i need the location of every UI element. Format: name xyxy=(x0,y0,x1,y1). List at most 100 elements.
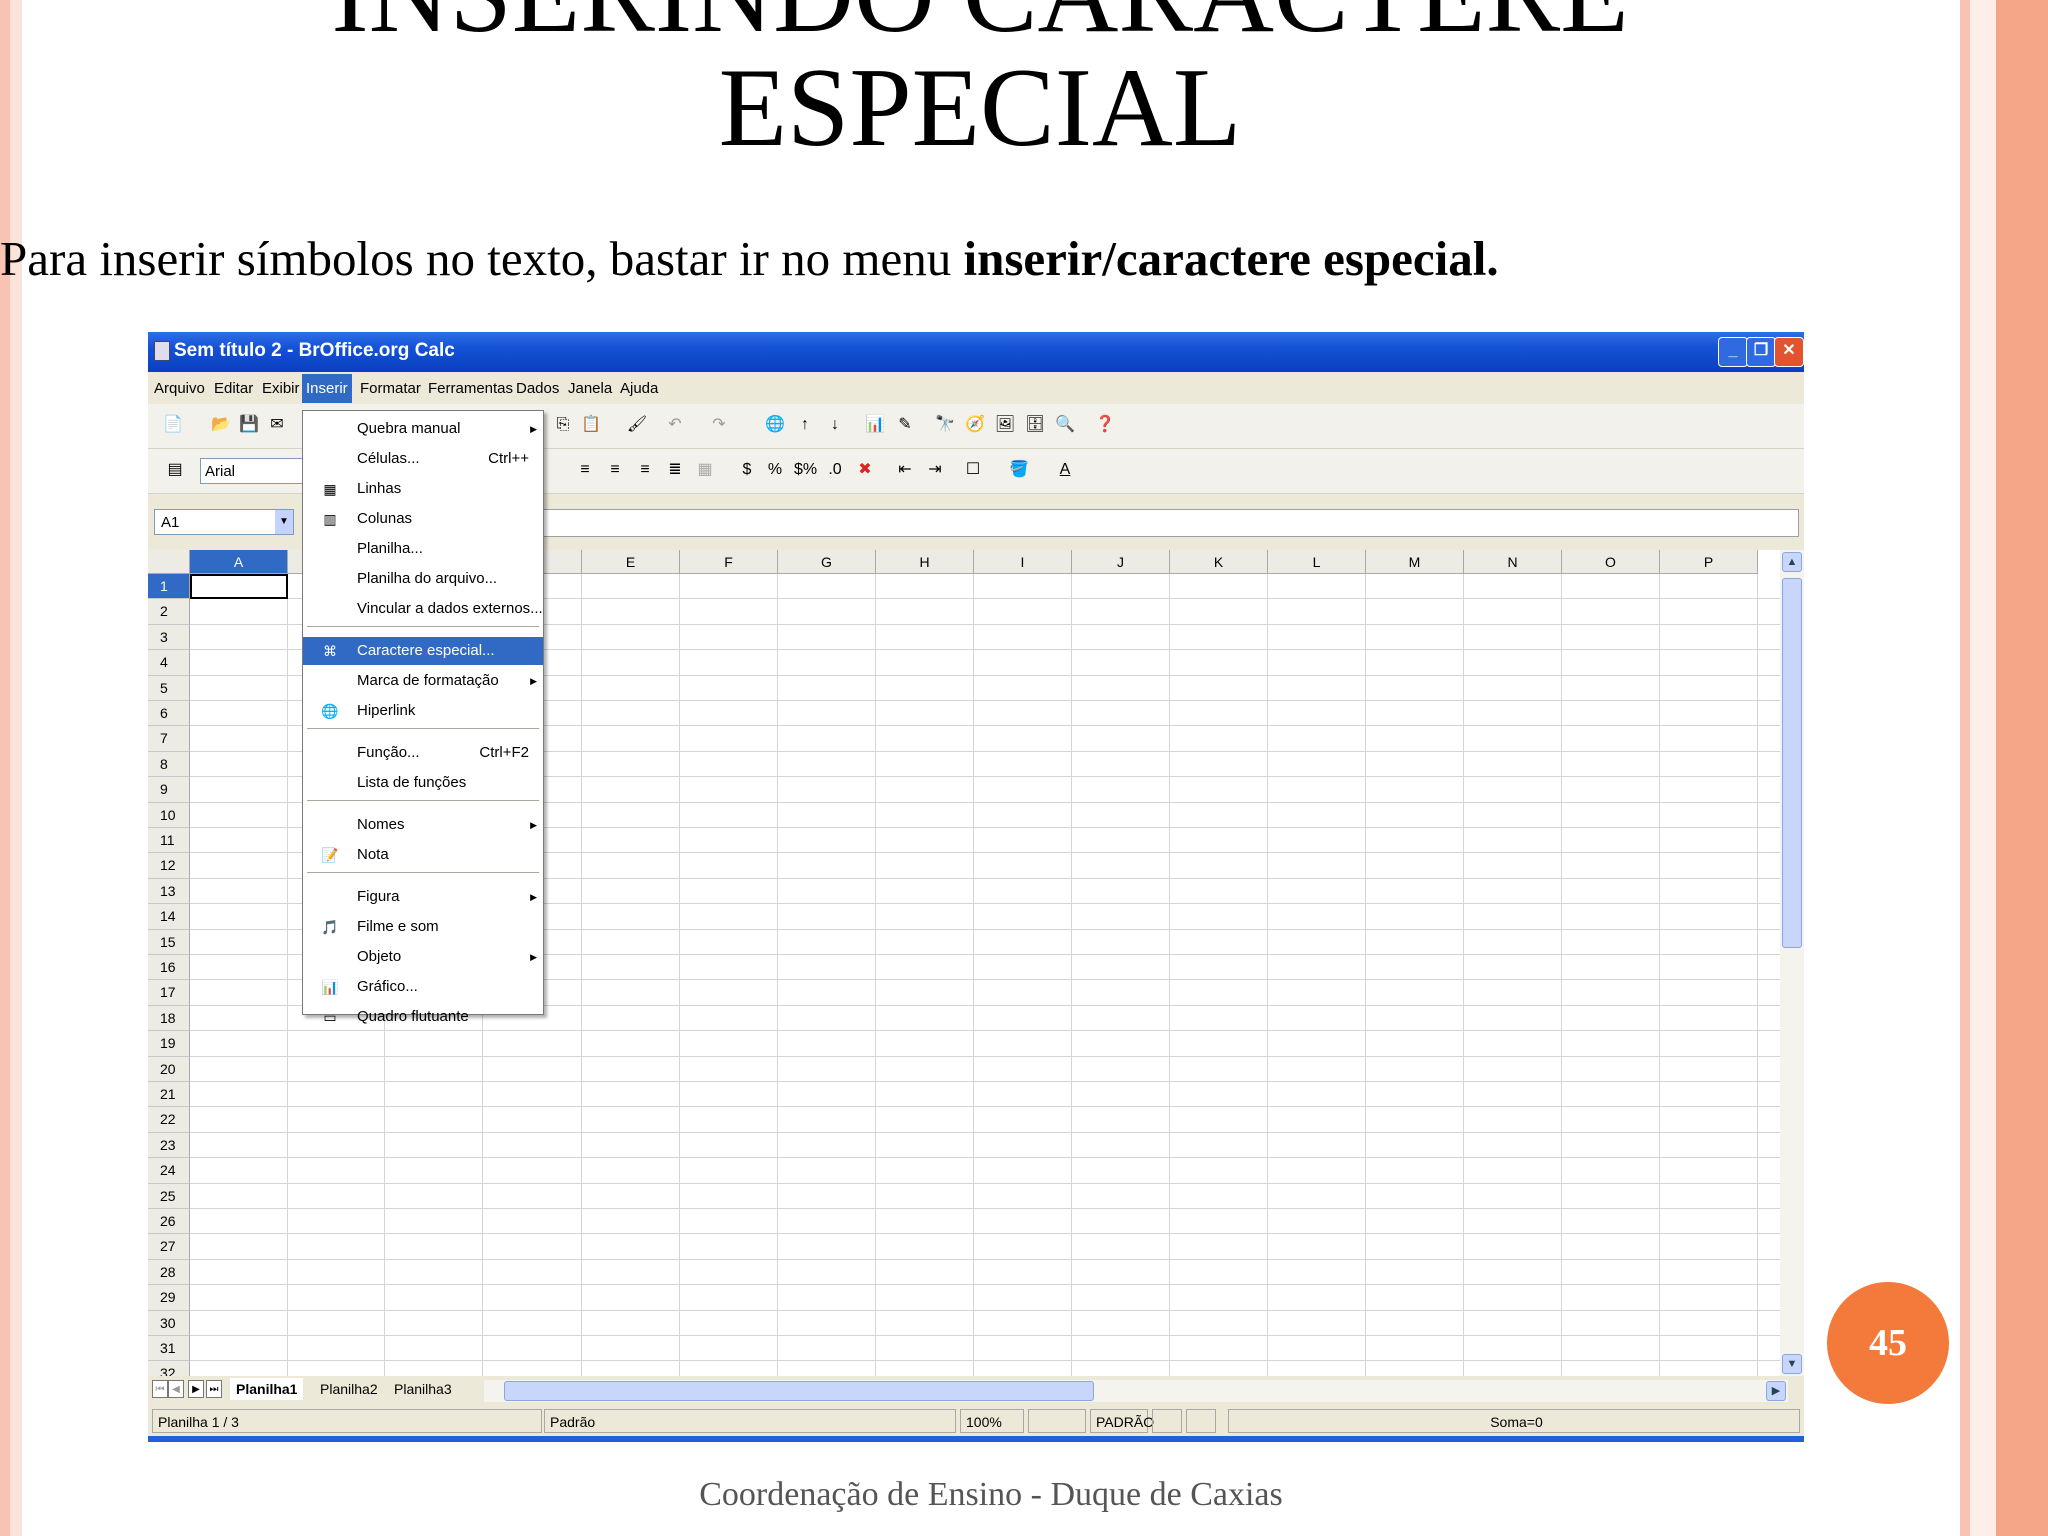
row-header-14[interactable]: 14 xyxy=(148,904,190,930)
menu-item-vincular-a-dados-externos[interactable]: Vincular a dados externos... xyxy=(303,595,543,623)
menu-item-linhas[interactable]: ▦ Linhas xyxy=(303,475,543,503)
background-color-icon[interactable]: 🪣 xyxy=(1008,459,1030,481)
justify-icon[interactable]: ≣ xyxy=(664,459,686,481)
menu-exibir[interactable]: Exibir xyxy=(262,380,300,397)
status-mode[interactable]: PADRÃO xyxy=(1090,1409,1154,1433)
gallery-icon[interactable]: 🖼 xyxy=(994,414,1016,436)
menu-item-gráfico[interactable]: 📊 Gráfico... xyxy=(303,973,543,1001)
menu-arquivo[interactable]: Arquivo xyxy=(154,380,205,397)
menu-item-lista-de-funções[interactable]: Lista de funções xyxy=(303,769,543,797)
font-color-icon[interactable]: A xyxy=(1054,459,1076,481)
vertical-scrollbar[interactable]: ▲ ▼ xyxy=(1780,550,1804,1376)
row-header-9[interactable]: 9 xyxy=(148,777,190,803)
menu-item-objeto[interactable]: Objeto ▶ xyxy=(303,943,543,971)
align-right-icon[interactable]: ≡ xyxy=(634,459,656,481)
row-header-22[interactable]: 22 xyxy=(148,1107,190,1133)
redo-icon[interactable]: ↷ xyxy=(708,414,730,436)
row-header-26[interactable]: 26 xyxy=(148,1209,190,1235)
formula-input[interactable] xyxy=(543,509,1799,537)
navigator-icon[interactable]: 🧭 xyxy=(964,414,986,436)
column-header-o[interactable]: O xyxy=(1562,550,1660,574)
column-header-l[interactable]: L xyxy=(1268,550,1366,574)
last-sheet-icon[interactable]: ⏭ xyxy=(206,1380,222,1398)
menu-item-nomes[interactable]: Nomes ▶ xyxy=(303,811,543,839)
row-header-17[interactable]: 17 xyxy=(148,980,190,1006)
row-header-23[interactable]: 23 xyxy=(148,1132,190,1159)
email-icon[interactable]: ✉ xyxy=(266,414,288,436)
row-header-5[interactable]: 5 xyxy=(148,675,190,701)
sort-ascending-icon[interactable]: ↑ xyxy=(794,414,816,436)
row-header-2[interactable]: 2 xyxy=(148,599,190,625)
currency-icon[interactable]: $ xyxy=(736,459,758,481)
row-header-11[interactable]: 11 xyxy=(148,828,190,854)
column-header-p[interactable]: P xyxy=(1660,550,1758,574)
row-header-25[interactable]: 25 xyxy=(148,1183,190,1209)
menu-item-quadro-flutuante[interactable]: ▭ Quadro flutuante xyxy=(303,1003,543,1031)
app-icon[interactable] xyxy=(154,341,170,361)
scroll-right-icon[interactable]: ▶ xyxy=(1766,1381,1786,1401)
row-header-21[interactable]: 21 xyxy=(148,1082,190,1108)
menu-item-colunas[interactable]: ▥ Colunas xyxy=(303,505,543,533)
next-sheet-icon[interactable]: ▶ xyxy=(188,1380,204,1398)
menu-item-figura[interactable]: Figura ▶ xyxy=(303,883,543,911)
menu-formatar[interactable]: Formatar xyxy=(360,380,421,397)
borders-icon[interactable]: ☐ xyxy=(962,459,984,481)
row-header-7[interactable]: 7 xyxy=(148,726,190,752)
column-header-k[interactable]: K xyxy=(1170,550,1268,574)
menu-item-quebra-manual[interactable]: Quebra manual ▶ xyxy=(303,415,543,443)
menu-item-células[interactable]: Células... Ctrl++ xyxy=(303,445,543,473)
scroll-down-icon[interactable]: ▼ xyxy=(1782,1354,1802,1374)
column-header-n[interactable]: N xyxy=(1464,550,1562,574)
column-header-h[interactable]: H xyxy=(876,550,974,574)
close-button[interactable]: ✕ xyxy=(1774,337,1804,367)
zoom-icon[interactable]: 🔍 xyxy=(1054,414,1076,436)
align-left-icon[interactable]: ≡ xyxy=(574,459,596,481)
format-paintbrush-icon[interactable]: 🖌 xyxy=(626,414,648,436)
increase-indent-icon[interactable]: ⇥ xyxy=(924,459,946,481)
menu-janela[interactable]: Janela xyxy=(568,380,612,397)
row-header-13[interactable]: 13 xyxy=(148,878,190,905)
status-zoom[interactable]: 100% xyxy=(960,1409,1024,1433)
menu-ajuda[interactable]: Ajuda xyxy=(620,380,658,397)
column-header-i[interactable]: I xyxy=(974,550,1072,574)
restore-button[interactable]: ❐ xyxy=(1746,337,1776,367)
copy-icon[interactable]: ⎘ xyxy=(552,414,574,436)
row-header-29[interactable]: 29 xyxy=(148,1285,190,1311)
column-header-j[interactable]: J xyxy=(1072,550,1170,574)
row-header-4[interactable]: 4 xyxy=(148,650,190,676)
column-header-a[interactable]: A xyxy=(190,550,288,574)
row-header-20[interactable]: 20 xyxy=(148,1056,190,1082)
new-document-icon[interactable]: 📄 xyxy=(162,414,184,436)
horizontal-scrollbar[interactable]: ▶ xyxy=(484,1380,1788,1402)
standard-format-icon[interactable]: $% xyxy=(794,459,817,481)
menu-item-caractere-especial[interactable]: ⌘ Caractere especial... xyxy=(303,637,543,665)
menu-item-planilha[interactable]: Planilha... xyxy=(303,535,543,563)
menu-editar[interactable]: Editar xyxy=(214,380,253,397)
draw-icon[interactable]: ✎ xyxy=(894,414,916,436)
row-header-16[interactable]: 16 xyxy=(148,955,190,981)
row-header-18[interactable]: 18 xyxy=(148,1005,190,1032)
row-header-28[interactable]: 28 xyxy=(148,1259,190,1286)
menu-item-nota[interactable]: 📝 Nota xyxy=(303,841,543,869)
paste-icon[interactable]: 📋 xyxy=(580,414,602,436)
horizontal-scroll-thumb[interactable] xyxy=(504,1381,1094,1401)
save-icon[interactable]: 💾 xyxy=(238,414,260,436)
column-header-m[interactable]: M xyxy=(1366,550,1464,574)
undo-icon[interactable]: ↶ xyxy=(664,414,686,436)
chevron-down-icon[interactable]: ▼ xyxy=(275,510,293,534)
font-name-box[interactable]: Arial xyxy=(200,458,310,484)
row-header-19[interactable]: 19 xyxy=(148,1031,190,1057)
column-header-f[interactable]: F xyxy=(680,550,778,574)
first-sheet-icon[interactable]: ⏮ xyxy=(152,1380,168,1398)
row-header-27[interactable]: 27 xyxy=(148,1234,190,1260)
styles-icon[interactable]: ▤ xyxy=(164,459,186,481)
menu-item-hiperlink[interactable]: 🌐 Hiperlink xyxy=(303,697,543,725)
row-header-15[interactable]: 15 xyxy=(148,929,190,955)
minimize-button[interactable]: _ xyxy=(1718,337,1748,367)
prev-sheet-icon[interactable]: ◀ xyxy=(168,1380,184,1398)
percent-icon[interactable]: % xyxy=(764,459,786,481)
selected-cell-a1[interactable] xyxy=(190,574,288,599)
row-header-3[interactable]: 3 xyxy=(148,624,190,651)
menu-inserir[interactable]: Inserir xyxy=(302,374,352,403)
tab-planilha1[interactable]: Planilha1 xyxy=(230,1378,304,1400)
